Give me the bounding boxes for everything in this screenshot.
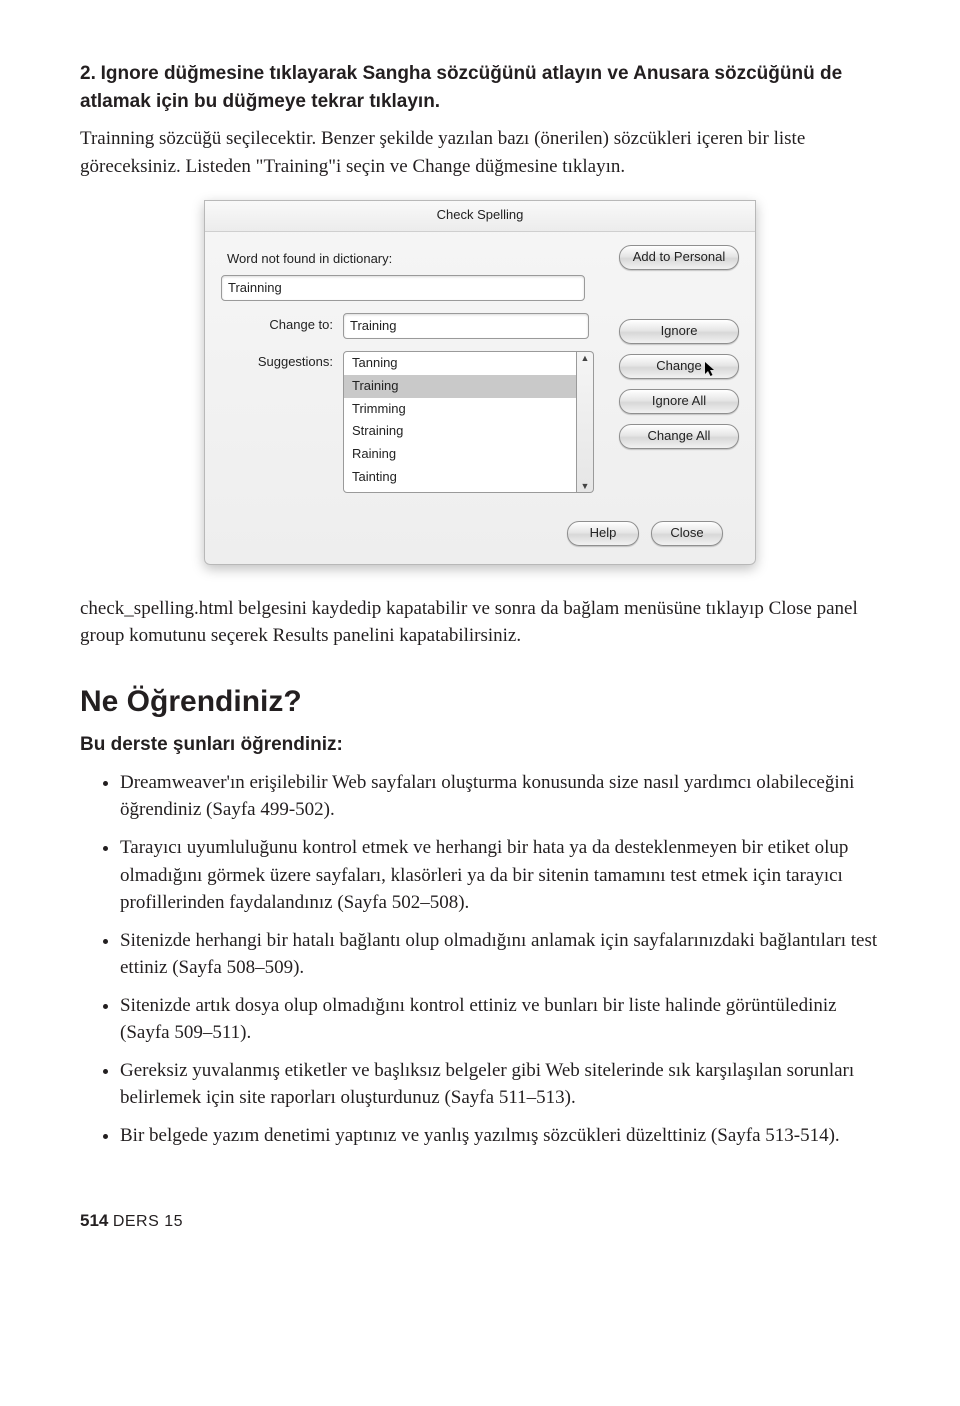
list-item[interactable]: Raining — [344, 443, 576, 466]
list-item[interactable]: Tanning — [344, 352, 576, 375]
help-button[interactable]: Help — [567, 521, 639, 546]
scroll-up-icon[interactable]: ▲ — [581, 352, 590, 364]
list-item: Dreamweaver'ın erişilebilir Web sayfalar… — [120, 769, 880, 824]
figure: Check Spelling Word not found in diction… — [80, 200, 880, 565]
help-label: Help — [590, 525, 617, 540]
change-button[interactable]: Change — [619, 354, 739, 379]
after-figure-paragraph: check_spelling.html belgesini kaydedip k… — [80, 595, 880, 650]
learned-heading: Ne Öğrendiniz? — [80, 680, 880, 724]
dialog-title: Check Spelling — [205, 201, 755, 232]
learned-subheading: Bu derste şunları öğrendiniz: — [80, 731, 880, 759]
suggestions-label: Suggestions: — [221, 351, 343, 372]
ignore-all-label: Ignore All — [652, 393, 706, 408]
close-label: Close — [670, 525, 703, 540]
add-to-personal-button[interactable]: Add to Personal — [619, 245, 739, 270]
check-spelling-dialog: Check Spelling Word not found in diction… — [204, 200, 756, 565]
scroll-down-icon[interactable]: ▼ — [581, 480, 590, 492]
page-footer: 514 DERS 15 — [80, 1209, 880, 1234]
step-continuation: Trainning sözcüğü seçilecektir. Benzer ş… — [80, 125, 880, 180]
add-label: Add to Personal — [633, 249, 726, 264]
word-value: Trainning — [228, 280, 282, 295]
listbox-scrollbar[interactable]: ▲ ▼ — [577, 351, 594, 493]
change-to-value: Training — [350, 318, 396, 333]
change-all-label: Change All — [648, 428, 711, 443]
list-item: Sitenizde artık dosya olup olmadığını ko… — [120, 992, 880, 1047]
list-item: Gereksiz yuvalanmış etiketler ve başlıks… — [120, 1057, 880, 1112]
step-number: 2. — [80, 63, 96, 84]
suggestions-listbox[interactable]: Tanning Training Trimming Straining Rain… — [343, 351, 577, 493]
list-item[interactable]: Tannin — [344, 489, 576, 493]
close-button[interactable]: Close — [651, 521, 723, 546]
change-to-label: Change to: — [221, 316, 343, 335]
step-text: Ignore düğmesine tıklayarak Sangha sözcü… — [80, 63, 842, 112]
change-to-input[interactable]: Training — [343, 313, 589, 339]
change-label: Change — [656, 358, 702, 373]
change-all-button[interactable]: Change All — [619, 424, 739, 449]
list-item[interactable]: Training — [344, 375, 576, 398]
list-item: Sitenizde herhangi bir hatalı bağlantı o… — [120, 927, 880, 982]
lesson-label: DERS 15 — [113, 1213, 183, 1230]
step-block: 2. Ignore düğmesine tıklayarak Sangha sö… — [80, 60, 880, 115]
ignore-button[interactable]: Ignore — [619, 319, 739, 344]
list-item: Bir belgede yazım denetimi yaptınız ve y… — [120, 1122, 880, 1150]
list-item[interactable]: Trimming — [344, 398, 576, 421]
list-item[interactable]: Tainting — [344, 466, 576, 489]
bullet-list: Dreamweaver'ın erişilebilir Web sayfalar… — [80, 769, 880, 1150]
ignore-all-button[interactable]: Ignore All — [619, 389, 739, 414]
list-item[interactable]: Straining — [344, 420, 576, 443]
word-input[interactable]: Trainning — [221, 275, 585, 301]
ignore-label: Ignore — [661, 323, 698, 338]
page-number: 514 — [80, 1211, 108, 1230]
list-item: Tarayıcı uyumluluğunu kontrol etmek ve h… — [120, 834, 880, 917]
